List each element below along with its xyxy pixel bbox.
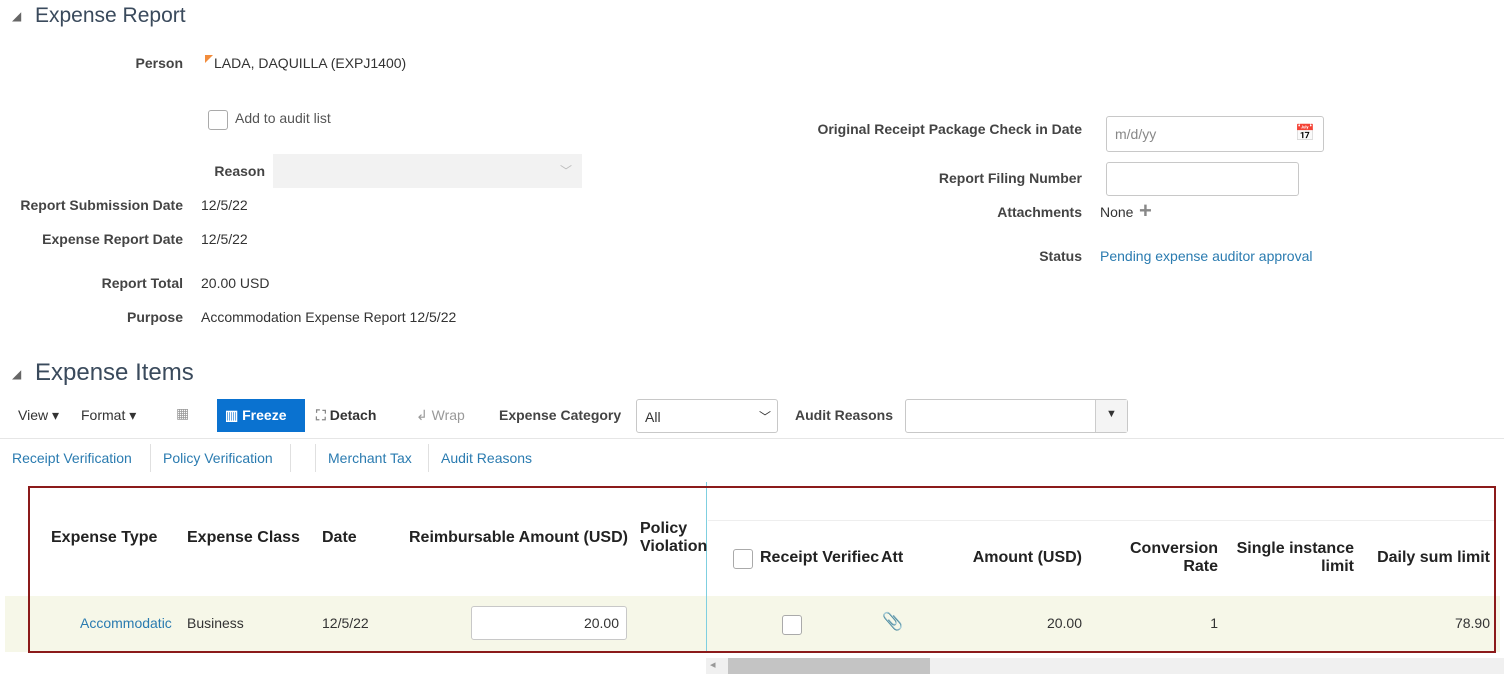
single-line2: limit xyxy=(1321,558,1354,575)
date-placeholder: m/d/yy xyxy=(1115,126,1157,142)
submission-label: Report Submission Date xyxy=(20,197,183,213)
daily-limit-cell: 78.90 xyxy=(1454,615,1490,631)
report-date-value: 12/5/22 xyxy=(201,231,248,247)
wrap-label: Wrap xyxy=(431,407,465,423)
col-single-limit[interactable]: Single instance limit xyxy=(1230,540,1354,576)
filing-label: Report Filing Number xyxy=(938,170,1082,186)
flag-icon xyxy=(205,55,213,63)
col-receipt-verified[interactable]: Receipt Verifiec xyxy=(760,549,879,567)
col-expense-class[interactable]: Expense Class xyxy=(187,529,300,547)
tab-audit-reasons[interactable]: Audit Reasons xyxy=(441,450,532,466)
col-reimbursable[interactable]: Reimbursable Amount (USD) xyxy=(409,529,628,547)
collapse-icon[interactable]: ◢ xyxy=(12,367,21,381)
report-date-label: Expense Report Date xyxy=(42,231,183,247)
view-menu[interactable]: View ▾ xyxy=(18,407,59,424)
format-label: Format xyxy=(81,407,126,423)
audit-checkbox-label: Add to audit list xyxy=(235,110,331,126)
freeze-icon: ▥ xyxy=(225,407,239,423)
col-date[interactable]: Date xyxy=(322,529,357,547)
audit-reasons-select[interactable]: ▼ xyxy=(905,399,1128,433)
reason-select[interactable]: ﹀ xyxy=(273,154,582,188)
conv-line2: Rate xyxy=(1183,558,1218,575)
audit-reasons-label: Audit Reasons xyxy=(795,407,894,423)
col-conversion-rate[interactable]: Conversion Rate xyxy=(1100,540,1218,576)
col-policy-violation[interactable]: Policy Violation xyxy=(640,520,707,556)
items-title: Expense Items xyxy=(35,359,194,386)
chevron-down-icon: ﹀ xyxy=(559,164,572,178)
person-label: Person xyxy=(135,55,183,71)
tab-merchant-tax[interactable]: Merchant Tax xyxy=(328,450,412,466)
purpose-value: Accommodation Expense Report 12/5/22 xyxy=(201,309,457,325)
reason-label: Reason xyxy=(214,163,265,179)
section-title: Expense Report xyxy=(35,4,186,27)
receipt-verified-checkbox[interactable] xyxy=(782,615,802,635)
view-label: View xyxy=(18,407,49,423)
wrap-button[interactable]: ↲ Wrap xyxy=(416,407,465,424)
reimbursable-value: 20.00 xyxy=(583,615,619,631)
attachments-label: Attachments xyxy=(997,204,1082,220)
col-daily-limit[interactable]: Daily sum limit xyxy=(1370,549,1490,567)
submission-value: 12/5/22 xyxy=(201,197,248,213)
chevron-down-icon: ﹀ xyxy=(758,410,771,424)
audit-checkbox[interactable] xyxy=(208,110,228,130)
calendar-icon[interactable]: 📅 xyxy=(1295,123,1315,143)
person-value: LADA, DAQUILLA (EXPJ1400) xyxy=(214,55,407,71)
add-attachment-icon[interactable]: + xyxy=(1139,198,1152,224)
collapse-icon[interactable]: ◢ xyxy=(12,9,21,23)
wrap-icon: ↲ xyxy=(416,407,428,423)
dropdown-icon[interactable]: ▼ xyxy=(1095,400,1127,432)
freeze-label: Freeze xyxy=(242,407,287,423)
format-menu[interactable]: Format ▾ xyxy=(81,407,136,424)
receipt-date-input[interactable]: m/d/yy 📅 xyxy=(1106,116,1324,152)
status-label: Status xyxy=(1039,248,1082,264)
single-line1: Single instance xyxy=(1236,540,1354,557)
paperclip-icon[interactable]: 📎 xyxy=(882,612,903,632)
tab-receipt-verification[interactable]: Receipt Verification xyxy=(12,450,132,466)
category-select[interactable]: All ﹀ xyxy=(636,399,778,433)
purpose-label: Purpose xyxy=(126,309,183,325)
tab-policy-verification[interactable]: Policy Verification xyxy=(163,450,273,466)
total-label: Report Total xyxy=(101,275,183,291)
freeze-button[interactable]: ▥ Freeze xyxy=(217,399,305,432)
filing-number-input[interactable] xyxy=(1106,162,1299,196)
columns-icon[interactable]: ▦ xyxy=(176,405,189,422)
amount-cell: 20.00 xyxy=(1046,615,1082,631)
detach-label: Detach xyxy=(329,407,377,423)
receipt-date-label: Original Receipt Package Check in Date xyxy=(817,121,1082,137)
expense-type-link[interactable]: Accommodatic xyxy=(80,615,172,631)
conversion-rate-cell: 1 xyxy=(1210,615,1218,631)
policy-line1: Policy xyxy=(640,520,688,537)
policy-line2: Violation xyxy=(640,538,708,555)
detach-icon: ⛶ xyxy=(316,407,326,423)
conv-line1: Conversion xyxy=(1129,540,1218,557)
attachments-value: None xyxy=(1100,204,1134,220)
expense-class-cell: Business xyxy=(187,615,244,631)
select-all-checkbox[interactable] xyxy=(733,549,753,569)
horizontal-scrollbar[interactable]: ◂ xyxy=(706,658,1504,674)
col-amount[interactable]: Amount (USD) xyxy=(960,549,1082,567)
category-label: Expense Category xyxy=(499,407,622,423)
scroll-left-icon[interactable]: ◂ xyxy=(710,658,716,671)
col-expense-type[interactable]: Expense Type xyxy=(51,529,157,547)
total-value: 20.00 USD xyxy=(201,275,270,291)
date-cell: 12/5/22 xyxy=(322,615,369,631)
col-attachments[interactable]: Att xyxy=(881,549,903,567)
detach-button[interactable]: ⛶ Detach xyxy=(316,407,376,424)
category-value: All xyxy=(645,409,661,425)
reimbursable-amount-input[interactable]: 20.00 xyxy=(471,606,627,640)
scrollbar-thumb[interactable] xyxy=(728,658,930,674)
status-link[interactable]: Pending expense auditor approval xyxy=(1100,248,1313,264)
